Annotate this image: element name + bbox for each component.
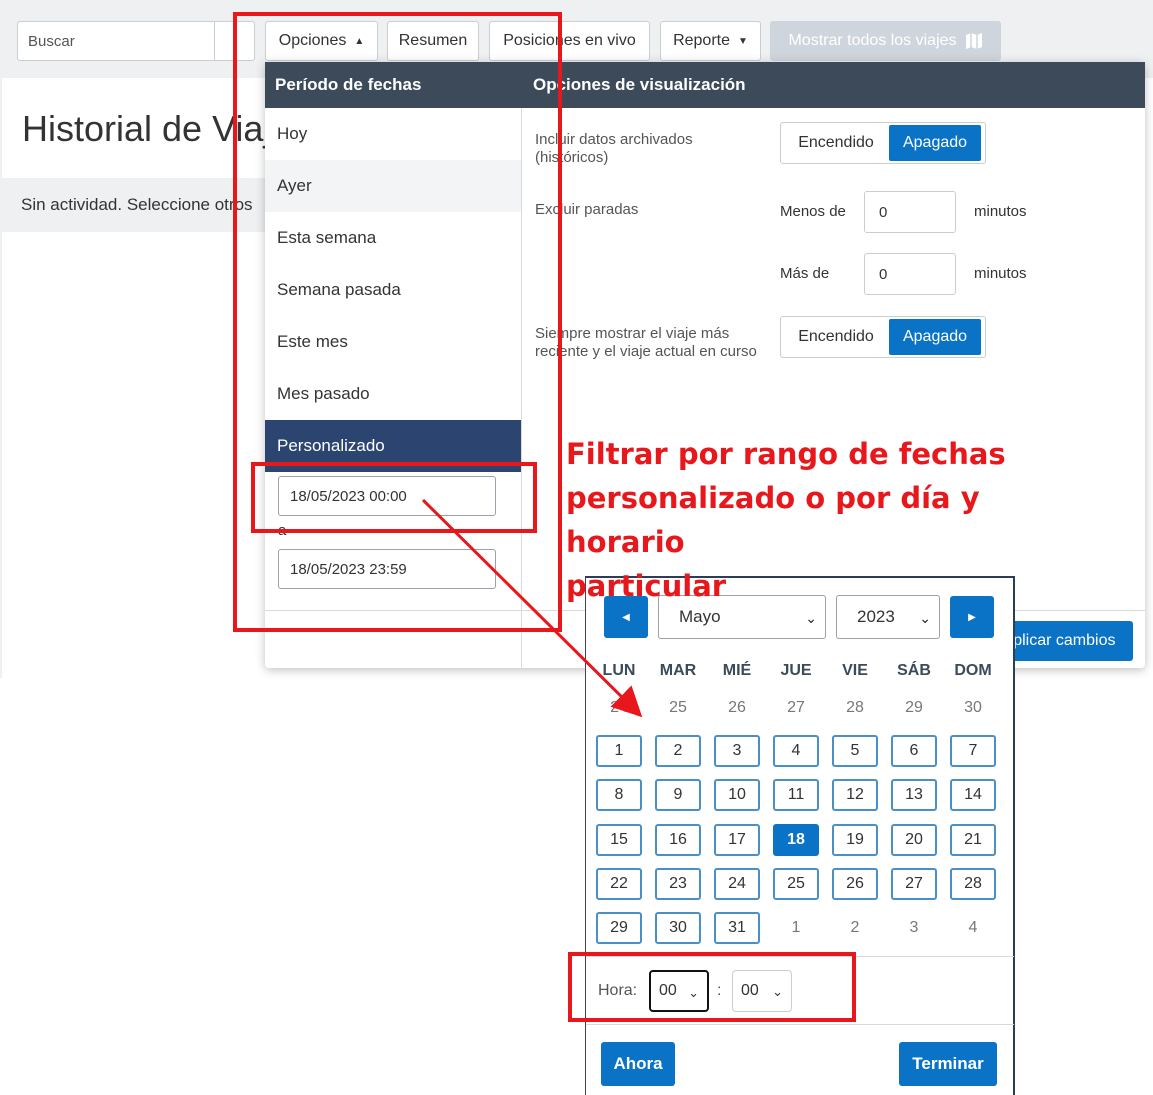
calendar-day[interactable]: 1: [596, 735, 642, 767]
calendar-day[interactable]: 15: [596, 824, 642, 856]
weekday-label: SÁB: [897, 662, 931, 679]
calendar-day[interactable]: 27: [891, 868, 937, 900]
more-than-label: Más de: [780, 265, 830, 282]
archived-toggle[interactable]: Encendido Apagado: [780, 122, 986, 164]
calendar-day[interactable]: 2: [832, 912, 878, 944]
done-button[interactable]: Terminar: [899, 1042, 997, 1086]
search-input[interactable]: Buscar: [17, 21, 255, 61]
less-than-label: Menos de: [780, 203, 846, 220]
calendar-day[interactable]: 3: [714, 735, 760, 767]
annotation-box-periods: [233, 12, 562, 632]
calendar-divider-2: [586, 1024, 1014, 1025]
calendar-day[interactable]: 4: [773, 735, 819, 767]
search-divider: [214, 22, 215, 60]
apply-label: Aplicar cambios: [1003, 632, 1116, 649]
calendar-day[interactable]: 25: [655, 692, 701, 724]
calendar-day[interactable]: 29: [891, 692, 937, 724]
calendar-day[interactable]: 10: [714, 779, 760, 811]
calendar-day[interactable]: 19: [832, 824, 878, 856]
mostrar-label: Mostrar todos los viajes: [788, 32, 957, 49]
calendar-day[interactable]: 7: [950, 735, 996, 767]
archived-on-option[interactable]: Encendido: [783, 125, 889, 161]
chevron-right-icon: ▶: [968, 611, 976, 623]
chevron-down-icon: ⌄: [805, 610, 817, 626]
status-text: Sin actividad. Seleccione otros: [21, 195, 253, 214]
annotation-line-2: personalizado o por día y horario: [566, 481, 980, 559]
calendar-day[interactable]: 22: [596, 868, 642, 900]
calendar-day[interactable]: 8: [596, 779, 642, 811]
calendar-day[interactable]: 20: [891, 824, 937, 856]
calendar-day-selected[interactable]: 18: [773, 824, 819, 856]
weekday-label: JUE: [780, 662, 812, 679]
now-button[interactable]: Ahora: [601, 1042, 675, 1086]
weekday-label: MAR: [659, 662, 697, 679]
calendar-day[interactable]: 25: [773, 868, 819, 900]
minutes-label-1: minutos: [974, 203, 1027, 220]
search-placeholder: Buscar: [28, 32, 75, 50]
calendar-day[interactable]: 3: [891, 912, 937, 944]
calendar-day[interactable]: 4: [950, 912, 996, 944]
calendar-day[interactable]: 29: [596, 912, 642, 944]
apply-changes-button[interactable]: Aplicar cambios: [1003, 621, 1133, 661]
calendar-day[interactable]: 26: [832, 868, 878, 900]
always-show-on-option[interactable]: Encendido: [783, 319, 889, 355]
calendar-day[interactable]: 11: [773, 779, 819, 811]
calendar-day[interactable]: 28: [950, 868, 996, 900]
calendar-day[interactable]: 17: [714, 824, 760, 856]
calendar-day[interactable]: 24: [596, 692, 642, 724]
calendar-day[interactable]: 5: [832, 735, 878, 767]
weekday-label: MIÉ: [722, 662, 752, 679]
archived-off-option[interactable]: Apagado: [889, 125, 981, 161]
calendar-day[interactable]: 9: [655, 779, 701, 811]
calendar-day[interactable]: 14: [950, 779, 996, 811]
month-value: Mayo: [679, 607, 721, 626]
options-header: Opciones de visualización: [533, 75, 746, 94]
chevron-down-icon: ⌄: [919, 610, 931, 626]
calendar-day[interactable]: 21: [950, 824, 996, 856]
more-than-input[interactable]: 0: [864, 253, 956, 295]
calendar-day[interactable]: 2: [655, 735, 701, 767]
always-show-off-option[interactable]: Apagado: [889, 319, 981, 355]
weekday-label: VIE: [842, 662, 868, 679]
weekday-label: LUN: [602, 662, 636, 679]
calendar-day[interactable]: 30: [950, 692, 996, 724]
calendar-day[interactable]: 6: [891, 735, 937, 767]
always-show-line2: reciente y el viaje actual en curso: [535, 343, 757, 360]
annotation-box-date: [251, 462, 537, 533]
minutes-label-2: minutos: [974, 265, 1027, 282]
calendar-day[interactable]: 31: [714, 912, 760, 944]
calendar-day[interactable]: 24: [714, 868, 760, 900]
chevron-left-icon: ◀: [622, 611, 630, 623]
calendar-day[interactable]: 13: [891, 779, 937, 811]
annotation-line-3: particular: [566, 569, 727, 603]
annotation-text: Filtrar por rango de fechas personalizad…: [566, 432, 1046, 608]
calendar-day[interactable]: 23: [655, 868, 701, 900]
calendar-day[interactable]: 27: [773, 692, 819, 724]
year-value: 2023: [857, 607, 895, 626]
annotation-line-1: Filtrar por rango de fechas: [566, 437, 1006, 471]
less-than-input[interactable]: 0: [864, 191, 956, 233]
reporte-label: Reporte: [673, 32, 730, 49]
calendar-day[interactable]: 30: [655, 912, 701, 944]
caret-down-icon: ▼: [738, 35, 748, 47]
calendar-day[interactable]: 28: [832, 692, 878, 724]
always-show-label: Siempre mostrar el viaje más reciente y …: [535, 325, 757, 361]
map-icon: [965, 33, 982, 49]
weekday-label: DOM: [954, 662, 992, 679]
left-edge: [0, 78, 2, 678]
calendar-day[interactable]: 16: [655, 824, 701, 856]
always-show-line1: Siempre mostrar el viaje más: [535, 325, 730, 342]
reporte-button[interactable]: Reporte ▼: [660, 21, 761, 61]
always-show-toggle[interactable]: Encendido Apagado: [780, 316, 986, 358]
calendar-day[interactable]: 26: [714, 692, 760, 724]
calendar-day[interactable]: 1: [773, 912, 819, 944]
calendar-day[interactable]: 12: [832, 779, 878, 811]
mostrar-todos-button[interactable]: Mostrar todos los viajes: [770, 21, 1001, 61]
annotation-box-time: [568, 952, 856, 1022]
